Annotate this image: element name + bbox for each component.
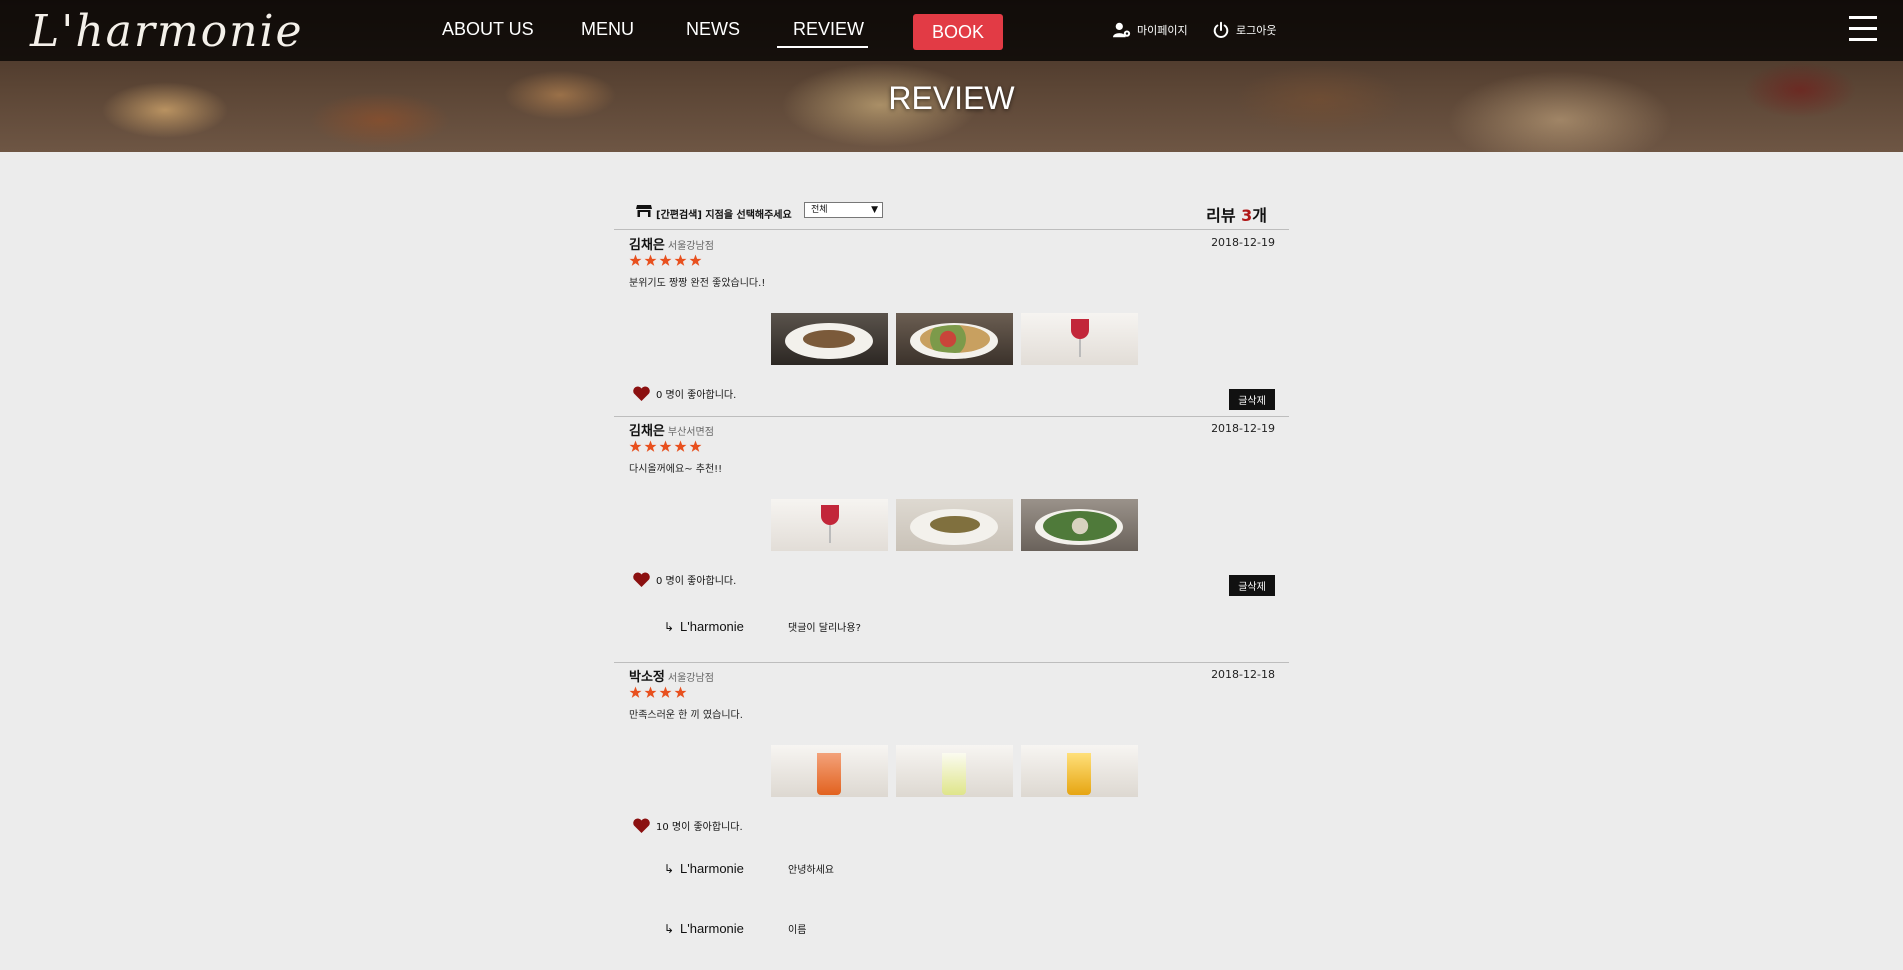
drink-photo[interactable] xyxy=(1021,313,1138,365)
user-settings-icon xyxy=(1113,22,1131,38)
drink-photo[interactable] xyxy=(1021,745,1138,797)
review-count-number: 3 xyxy=(1241,206,1253,225)
star-icon xyxy=(689,440,702,452)
drink-photo[interactable] xyxy=(771,745,888,797)
author-name: 김채은 xyxy=(629,424,665,439)
like-button[interactable]: 10 명이 좋아합니다. xyxy=(633,818,743,833)
hamburger-menu-icon[interactable] xyxy=(1849,16,1877,46)
review-date: 2018-12-18 xyxy=(1211,668,1275,681)
likes-count-text: 0 명이 좋아합니다. xyxy=(656,576,737,587)
heart-icon xyxy=(633,572,650,587)
mypage-link[interactable]: 마이페이지 xyxy=(1113,21,1188,39)
drink-photo[interactable] xyxy=(771,499,888,551)
navbar: L'harmonie ABOUT US MENU NEWS REVIEW BOO… xyxy=(0,0,1903,61)
star-icon xyxy=(629,440,642,452)
site-logo[interactable]: L'harmonie xyxy=(30,6,304,57)
star-icon xyxy=(659,254,672,266)
review-date: 2018-12-19 xyxy=(1211,236,1275,249)
reply-text: 안녕하세요 xyxy=(788,865,834,876)
review-author: 김채은 부산서면점 xyxy=(629,420,714,439)
reply-arrow-icon: ↳ xyxy=(664,921,675,936)
star-rating xyxy=(629,686,687,699)
reply-text: 댓글이 달리나용? xyxy=(788,623,861,634)
author-name: 박소정 xyxy=(629,670,665,685)
review-divider xyxy=(614,416,1289,417)
branch-select-value: 전체 xyxy=(811,205,828,215)
star-icon xyxy=(659,686,672,698)
like-button[interactable]: 0 명이 좋아합니다. xyxy=(633,572,736,587)
star-rating xyxy=(629,254,702,267)
review-branch: 부산서면점 xyxy=(667,427,714,438)
mypage-label: 마이페이지 xyxy=(1137,24,1188,37)
delete-review-button[interactable]: 글삭제 xyxy=(1229,389,1275,410)
logout-label: 로그아웃 xyxy=(1236,24,1277,37)
star-icon xyxy=(644,440,657,452)
reply-arrow-icon: ↳ xyxy=(664,861,675,876)
review-branch: 서울강남점 xyxy=(667,241,714,252)
book-button[interactable]: BOOK xyxy=(913,14,1003,50)
likes-count-text: 0 명이 좋아합니다. xyxy=(656,390,737,401)
reply-arrow-icon: ↳ xyxy=(664,619,675,634)
star-rating xyxy=(629,440,702,453)
reply-item: ↳ L'harmonie 이름 xyxy=(664,921,806,936)
star-icon xyxy=(689,254,702,266)
review-text: 분위기도 짱짱 완전 좋았습니다.! xyxy=(629,278,766,289)
store-icon xyxy=(636,205,652,217)
dropdown-arrow-icon: ▼ xyxy=(871,205,878,215)
star-icon xyxy=(629,254,642,266)
review-text: 다시올꺼에요~ 추천!! xyxy=(629,464,723,475)
review-text: 만족스러운 한 끼 였습니다. xyxy=(629,710,743,721)
review-count-prefix: 리뷰 xyxy=(1206,206,1242,225)
filter-row: [간편검색] 지점을 선택해주세요 전체 ▼ 리뷰 3개 xyxy=(614,196,1289,230)
star-icon xyxy=(644,254,657,266)
filter-label: [간편검색] 지점을 선택해주세요 xyxy=(656,210,792,221)
review-photos xyxy=(771,745,1138,797)
review-photos xyxy=(771,499,1138,551)
nav-active-underline xyxy=(777,46,868,48)
star-icon xyxy=(674,254,687,266)
nav-menu[interactable]: MENU xyxy=(581,19,634,40)
star-icon xyxy=(644,686,657,698)
reply-item: ↳ L'harmonie 댓글이 달리나용? xyxy=(664,619,861,634)
star-icon xyxy=(674,686,687,698)
hero-banner: L'harmonie ABOUT US MENU NEWS REVIEW BOO… xyxy=(0,0,1903,152)
delete-review-button[interactable]: 글삭제 xyxy=(1229,575,1275,596)
reply-item: ↳ L'harmonie 안녕하세요 xyxy=(664,861,834,876)
review-date: 2018-12-19 xyxy=(1211,422,1275,435)
nav-news[interactable]: NEWS xyxy=(686,19,740,40)
reply-author: L'harmonie xyxy=(680,921,744,936)
like-button[interactable]: 0 명이 좋아합니다. xyxy=(633,386,736,401)
likes-count-text: 10 명이 좋아합니다. xyxy=(656,822,743,833)
star-icon xyxy=(674,440,687,452)
review-branch: 서울강남점 xyxy=(667,673,714,684)
nav-about-us[interactable]: ABOUT US xyxy=(442,19,534,40)
reply-author: L'harmonie xyxy=(680,861,744,876)
food-photo[interactable] xyxy=(896,313,1013,365)
drink-photo[interactable] xyxy=(896,745,1013,797)
review-count: 리뷰 3개 xyxy=(1206,202,1267,226)
review-author: 박소정 서울강남점 xyxy=(629,666,714,685)
star-icon xyxy=(629,686,642,698)
page-title: REVIEW xyxy=(888,80,1015,116)
heart-icon xyxy=(633,386,650,401)
review-divider xyxy=(614,662,1289,663)
food-photo[interactable] xyxy=(1021,499,1138,551)
reply-author: L'harmonie xyxy=(680,619,744,634)
review-photos xyxy=(771,313,1138,365)
power-icon xyxy=(1213,21,1229,38)
author-name: 김채은 xyxy=(629,238,665,253)
review-count-suffix: 개 xyxy=(1252,206,1267,225)
logout-link[interactable]: 로그아웃 xyxy=(1212,21,1276,39)
nav-review[interactable]: REVIEW xyxy=(793,19,864,40)
food-photo[interactable] xyxy=(771,313,888,365)
reply-text: 이름 xyxy=(788,925,807,936)
heart-icon xyxy=(633,818,650,833)
branch-select[interactable]: 전체 ▼ xyxy=(804,202,883,218)
food-photo[interactable] xyxy=(896,499,1013,551)
review-author: 김채은 서울강남점 xyxy=(629,234,714,253)
star-icon xyxy=(659,440,672,452)
